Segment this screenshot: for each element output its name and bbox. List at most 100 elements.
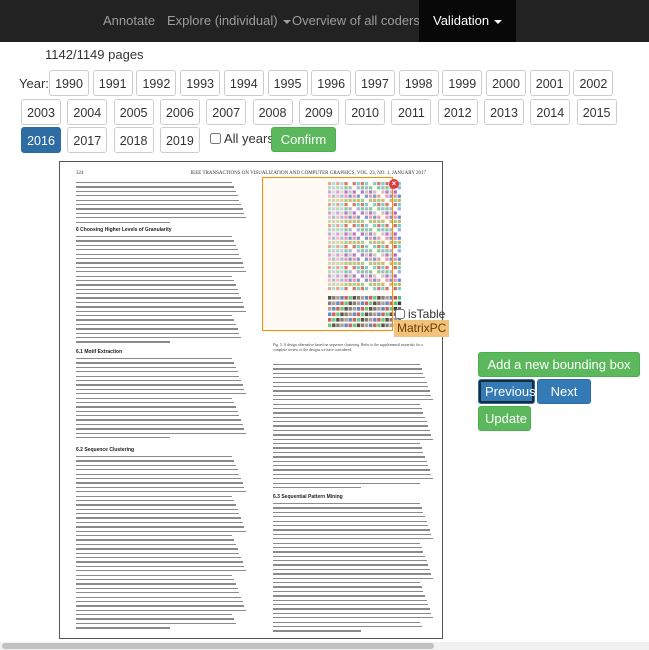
istable-input[interactable] bbox=[395, 309, 405, 319]
text-line bbox=[76, 618, 235, 620]
text-line bbox=[76, 556, 241, 559]
figure-cell bbox=[393, 278, 397, 282]
text-line bbox=[273, 416, 425, 418]
year-button-1994[interactable]: 1994 bbox=[223, 70, 264, 96]
annotation-bounding-box[interactable] bbox=[262, 177, 393, 331]
text-line bbox=[76, 609, 246, 611]
figure-cell bbox=[397, 287, 401, 291]
year-button-2014[interactable]: 2014 bbox=[530, 99, 571, 125]
text-line bbox=[76, 379, 241, 382]
year-button-2000[interactable]: 2000 bbox=[486, 70, 526, 96]
year-button-1990[interactable]: 1990 bbox=[49, 70, 89, 96]
nav-explore-individual[interactable]: Explore (individual) bbox=[167, 0, 291, 42]
previous-button[interactable]: Previous bbox=[478, 379, 536, 404]
year-button-2017[interactable]: 2017 bbox=[67, 127, 108, 153]
horizontal-scrollbar[interactable] bbox=[0, 642, 649, 650]
doc-col-right-s63 bbox=[273, 503, 433, 635]
text-line bbox=[273, 551, 424, 553]
year-button-2019[interactable]: 2019 bbox=[159, 127, 200, 153]
text-line bbox=[273, 390, 430, 392]
text-line bbox=[76, 297, 241, 299]
year-button-1993[interactable]: 1993 bbox=[180, 70, 221, 96]
text-line bbox=[76, 578, 235, 581]
text-line bbox=[273, 590, 424, 593]
year-button-2015[interactable]: 2015 bbox=[576, 99, 617, 125]
figure-cell bbox=[393, 301, 397, 306]
year-button-1999[interactable]: 1999 bbox=[442, 70, 483, 96]
year-button-2009[interactable]: 2009 bbox=[298, 99, 339, 125]
year-button-2004[interactable]: 2004 bbox=[67, 99, 108, 125]
year-button-2005[interactable]: 2005 bbox=[113, 99, 154, 125]
year-label: Year: bbox=[19, 76, 49, 91]
text-line bbox=[273, 464, 429, 467]
nav-annotate-label: Annotate bbox=[103, 13, 156, 28]
year-button-1997[interactable]: 1997 bbox=[354, 70, 395, 96]
text-line bbox=[76, 203, 241, 206]
text-line bbox=[273, 546, 422, 549]
text-line bbox=[76, 393, 246, 395]
text-line bbox=[76, 341, 170, 343]
text-line bbox=[273, 425, 429, 427]
figure-cell bbox=[393, 257, 397, 261]
all-years-input[interactable] bbox=[210, 133, 221, 144]
nav-validation[interactable]: Validation bbox=[419, 0, 517, 42]
year-button-2002[interactable]: 2002 bbox=[573, 70, 614, 96]
text-line bbox=[273, 438, 433, 440]
text-line bbox=[273, 564, 429, 566]
text-line bbox=[273, 603, 429, 606]
text-line bbox=[76, 504, 236, 506]
year-button-2003[interactable]: 2003 bbox=[21, 99, 61, 125]
top-navbar: Annotate Explore (individual) Overview o… bbox=[0, 0, 649, 42]
istable-checkbox[interactable]: isTable bbox=[395, 307, 445, 321]
year-button-1996[interactable]: 1996 bbox=[311, 70, 352, 96]
doc-section-6-title: 6 Choosing Higher Levels of Granularity bbox=[76, 227, 172, 233]
text-line bbox=[76, 315, 233, 317]
year-button-2013[interactable]: 2013 bbox=[484, 99, 524, 125]
year-button-2010[interactable]: 2010 bbox=[345, 99, 386, 125]
text-line bbox=[273, 377, 425, 379]
text-line bbox=[273, 582, 421, 584]
year-button-2008[interactable]: 2008 bbox=[252, 99, 293, 125]
all-years-checkbox[interactable]: All years bbox=[210, 131, 274, 146]
year-button-2012[interactable]: 2012 bbox=[437, 99, 478, 125]
text-line bbox=[76, 240, 235, 242]
year-button-1995[interactable]: 1995 bbox=[267, 70, 308, 96]
year-button-1991[interactable]: 1991 bbox=[92, 70, 133, 96]
year-button-2006[interactable]: 2006 bbox=[159, 99, 200, 125]
text-line bbox=[76, 249, 238, 251]
nav-overview-all-coders[interactable]: Overview of all coders bbox=[292, 0, 433, 42]
figure-cell bbox=[393, 232, 397, 236]
text-line bbox=[76, 199, 240, 201]
text-line bbox=[76, 605, 245, 607]
add-bounding-box-button[interactable]: Add a new bounding box bbox=[478, 352, 640, 377]
figure-cell bbox=[393, 198, 397, 202]
text-line bbox=[273, 407, 422, 410]
year-button-2007[interactable]: 2007 bbox=[206, 99, 247, 125]
year-button-2011[interactable]: 2011 bbox=[391, 99, 432, 125]
figure-cell bbox=[393, 253, 397, 257]
annotation-class-label[interactable]: MatrixPC bbox=[394, 320, 450, 337]
text-line bbox=[76, 622, 236, 625]
year-button-1992[interactable]: 1992 bbox=[136, 70, 177, 96]
doc-section-6-2-title: 6.2 Sequence Clustering bbox=[76, 447, 135, 453]
year-button-2016[interactable]: 2016 bbox=[21, 127, 61, 153]
text-line bbox=[76, 388, 245, 391]
figure-cell bbox=[397, 257, 401, 261]
year-button-2001[interactable]: 2001 bbox=[529, 70, 570, 96]
doc-col-right-top bbox=[273, 364, 433, 491]
confirm-button[interactable]: Confirm bbox=[271, 127, 336, 152]
doc-col-left-s6 bbox=[76, 236, 246, 346]
text-line bbox=[76, 491, 246, 493]
text-line bbox=[76, 257, 241, 260]
text-line bbox=[273, 456, 425, 458]
nav-annotate[interactable]: Annotate bbox=[103, 0, 155, 42]
year-button-2018[interactable]: 2018 bbox=[113, 127, 154, 153]
year-button-1998[interactable]: 1998 bbox=[398, 70, 439, 96]
text-line bbox=[273, 625, 422, 628]
text-line bbox=[76, 517, 241, 519]
update-button[interactable]: Update bbox=[478, 406, 531, 431]
text-line bbox=[76, 539, 235, 541]
close-icon[interactable]: × bbox=[389, 179, 399, 189]
next-button[interactable]: Next bbox=[537, 379, 591, 404]
scrollbar-thumb[interactable] bbox=[2, 643, 434, 649]
